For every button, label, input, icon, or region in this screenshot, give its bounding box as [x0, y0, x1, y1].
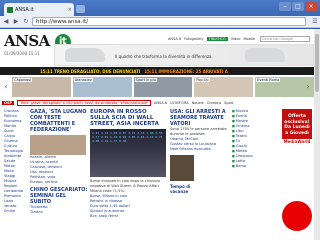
date-stamp: 01/09/2008 15:11: [4, 51, 40, 56]
top-nav-highlight[interactable]: TRAFFICO: [206, 37, 228, 41]
browser-window: ANSA.it × – □ × ◀ ▶ ↻ http://www.ansa.it…: [0, 0, 320, 240]
photo-tile[interactable]: Caporossi: [12, 77, 71, 97]
carousel-right-arrow-icon[interactable]: ›: [304, 81, 312, 93]
ticker-item[interactable]: 15:11 IMMIGRAZIONE: 25 ARRIVATI A: [144, 69, 227, 74]
top-nav-item[interactable]: Video: [231, 37, 241, 41]
list-item[interactable]: New Orleans evacuata: [170, 147, 230, 152]
list-item[interactable]: Europa, vertice: [30, 180, 88, 185]
browser-toolbar: ◀ ▶ ↻ http://www.ansa.it/ ☰: [0, 16, 320, 28]
photo-tile[interactable]: Pop Up: [194, 77, 254, 97]
ansa-tag: OSP: [2, 101, 15, 105]
news-image[interactable]: [170, 155, 194, 181]
reload-icon[interactable]: ↻: [22, 18, 30, 26]
stock-board-image[interactable]: 2.45 3.12 1.08 0.87 4.21 2.33 1.90 0.56 …: [90, 129, 166, 177]
photo-carousel: Caporossi Afanasiev Sport in piu Pop Up …: [12, 77, 314, 97]
photo-caption: Afanasiev: [73, 78, 93, 82]
favicon-icon: [7, 6, 13, 13]
address-bar[interactable]: http://www.ansa.it/: [32, 17, 306, 26]
photo-caption: Pop Up: [195, 78, 210, 82]
top-nav-item[interactable]: Fotogallery: [184, 37, 204, 41]
car-image: [245, 48, 285, 62]
search-input[interactable]: Cerca con Google: [260, 36, 310, 42]
photo-caption: Sport in piu: [134, 78, 157, 82]
photo-tile[interactable]: Sport in piu: [133, 77, 193, 97]
list-item[interactable]: Bce, tassi fermi: [90, 214, 168, 219]
car-image: [65, 48, 105, 62]
photo-caption: Eventi Roma: [256, 78, 281, 82]
sub-nav-item[interactable]: Notizie: [192, 101, 204, 105]
wrench-menu-icon[interactable]: ☰: [310, 17, 320, 26]
page-content: ANSA it 01/09/2008 15:11 ANSA.it Fotogal…: [0, 29, 320, 240]
brand-label: MediaWorld: [282, 139, 312, 145]
service-link[interactable]: Borsa: [232, 164, 280, 169]
story-summary: Sono 1700 le persone arrestate durante l…: [170, 127, 227, 136]
sub-nav-item[interactable]: ANSA.it: [154, 101, 167, 105]
sub-nav-item[interactable]: Cronaca: [207, 101, 221, 105]
photo-tile[interactable]: Afanasiev: [72, 77, 132, 97]
top-advert[interactable]: Il quadro che trasforma la diversità in …: [54, 44, 314, 66]
news-image[interactable]: [30, 135, 86, 155]
logo-text: ANSA: [4, 32, 50, 50]
news-column-2: GAZA, 'STA LUGANO CON TESTE COMBATTENTI …: [30, 109, 88, 239]
news-column-4: USA: GLI ARRESTI A SEAMORE TRAVATE VATOR…: [170, 109, 230, 239]
sub-nav: OSP Treni: grave 'deragliato' a 100 punt…: [0, 99, 314, 107]
back-icon[interactable]: ◀: [2, 18, 10, 26]
news-ticker[interactable]: 15:11 TRENO DERAGLIATO: DUE DENUNCIATI 1…: [0, 67, 314, 75]
main-headline[interactable]: EUROPA IN ROSSO SULLA SCIA DI WALL STREE…: [90, 109, 168, 127]
sub-nav-item[interactable]: ULTIM'ORA: [170, 101, 189, 105]
forward-icon[interactable]: ▶: [12, 18, 20, 26]
list-item[interactable]: Tiziano: [30, 210, 88, 215]
headline[interactable]: USA: GLI ARRESTI A SEAMORE TRAVATE VATOR…: [170, 109, 230, 127]
tab-title: ANSA.it: [15, 6, 34, 13]
photo-caption: Caporossi: [13, 78, 33, 82]
advert-text: Il quadro che trasforma la diversità in …: [115, 54, 213, 59]
carousel-left-arrow-icon[interactable]: ‹: [2, 81, 10, 93]
close-window-button[interactable]: ×: [305, 2, 317, 11]
main-story: EUROPA IN ROSSO SULLA SCIA DI WALL STREE…: [90, 109, 168, 239]
offer-text: Offerta esclusiva! Da Lunedì a Giovedì: [284, 114, 310, 136]
minimize-button[interactable]: –: [279, 2, 291, 11]
tab-ansa[interactable]: ANSA.it ×: [4, 3, 74, 16]
alert-box[interactable]: Treni: grave 'deragliato' a 100 punti 'r…: [17, 100, 151, 106]
red-advert[interactable]: [282, 201, 312, 231]
scrollbar-thumb[interactable]: [315, 34, 319, 92]
ticker-item[interactable]: 15:11 TRENO DERAGLIATO: DUE DENUNCIATI: [40, 69, 140, 74]
side-promo[interactable]: Offerta esclusiva! Da Lunedì a Giovedì M…: [282, 109, 312, 235]
tab-close-icon[interactable]: ×: [68, 7, 72, 13]
maximize-button[interactable]: □: [292, 2, 304, 11]
offer-banner[interactable]: Offerta esclusiva! Da Lunedì a Giovedì M…: [282, 109, 312, 145]
tab-strip: ANSA.it × – □ ×: [0, 0, 320, 16]
section-link[interactable]: Emilia: [4, 209, 28, 214]
top-nav-item[interactable]: ANSA.it: [168, 37, 181, 41]
sub-nav-item[interactable]: Sport: [224, 101, 233, 105]
story-summary: Borse europee in calo dopo la chiusura n…: [90, 179, 161, 193]
headline[interactable]: GAZA, 'STA LUGANO CON TESTE COMBATTENTI …: [30, 109, 88, 133]
new-tab-button[interactable]: [76, 5, 85, 13]
headline[interactable]: CHINO GESCARIATO: SEMINAI GEL SUBITO: [30, 187, 88, 205]
window-controls: – □ ×: [279, 2, 317, 11]
left-section-nav: Cronaca Politica Economia Mondo Sport Calcio C…: [4, 109, 28, 239]
image-caption[interactable]: Tempo di vacanze: [170, 184, 204, 194]
stock-digits: 2.45 3.12 1.08 0.87 4.21 2.33 1.90 0.56 …: [92, 131, 163, 143]
top-nav-item[interactable]: Mobile: [244, 37, 255, 41]
services-column: MusicaEventiMostreCinemaLibriTeatroTvGio…: [232, 109, 280, 239]
site-header: ANSA it 01/09/2008 15:11 ANSA.it Fotogal…: [0, 29, 314, 66]
